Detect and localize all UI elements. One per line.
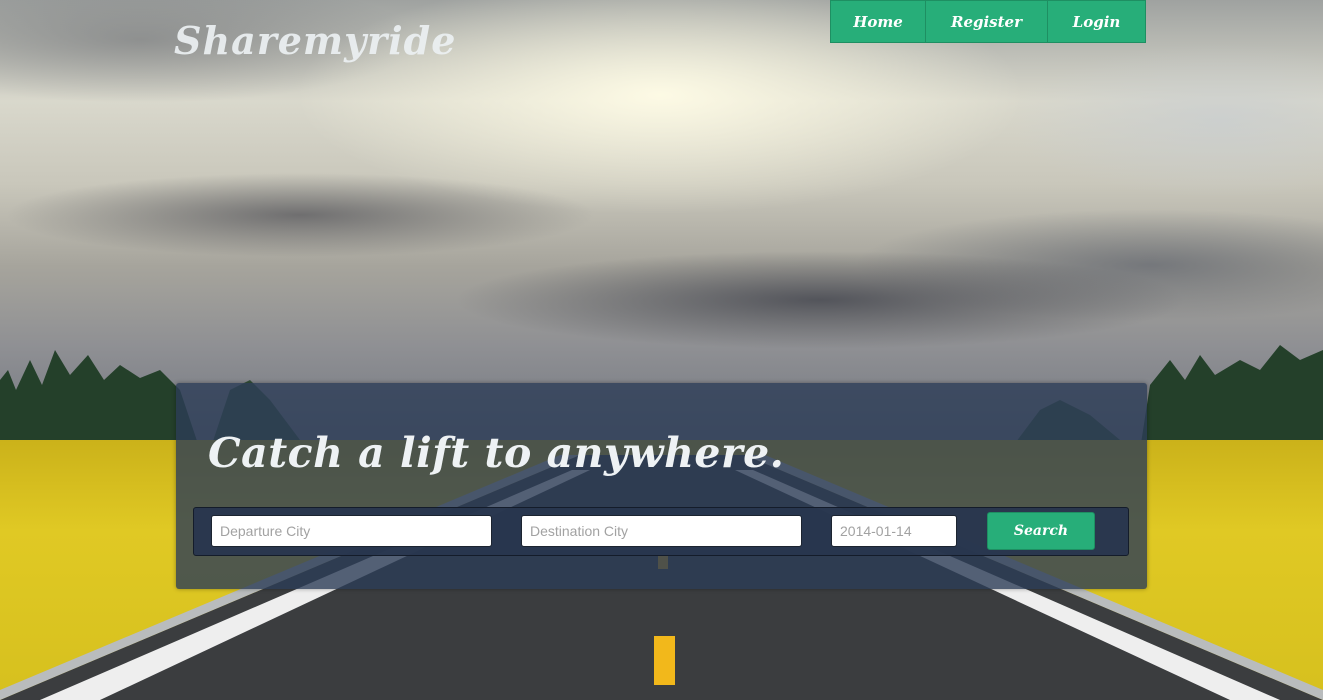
top-nav: Home Register Login (830, 0, 1146, 43)
search-form: Search (193, 507, 1129, 556)
brand-logo[interactable]: Sharemyride (174, 18, 456, 63)
background-scene (0, 0, 1323, 700)
nav-login-link[interactable]: Login (1048, 1, 1145, 42)
search-button[interactable]: Search (987, 512, 1095, 550)
road (0, 455, 1323, 700)
destination-city-input[interactable] (521, 515, 802, 547)
search-panel: Catch a lift to anywhere. Search (176, 383, 1147, 589)
nav-register-link[interactable]: Register (926, 1, 1048, 42)
hero-headline: Catch a lift to anywhere. (208, 429, 785, 477)
departure-city-input[interactable] (211, 515, 492, 547)
date-input[interactable] (831, 515, 957, 547)
nav-home-link[interactable]: Home (831, 1, 926, 42)
